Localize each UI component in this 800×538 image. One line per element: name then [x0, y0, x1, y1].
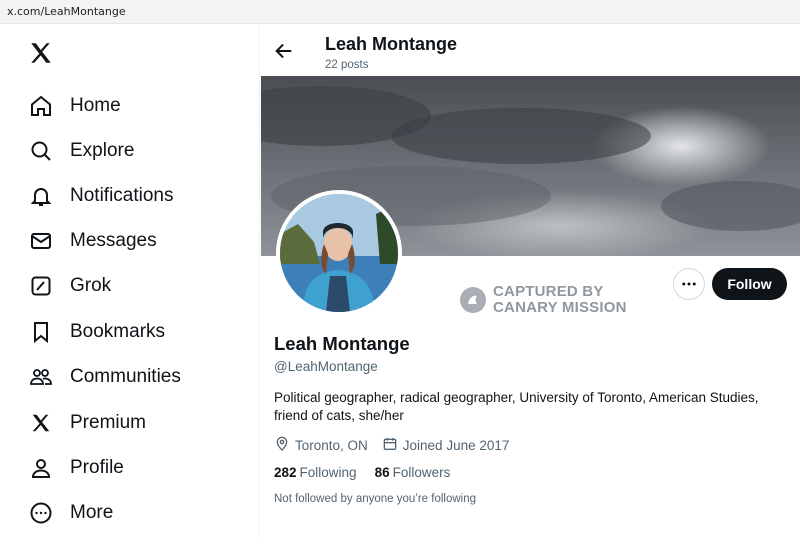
watermark-line-2: CANARY MISSION	[493, 299, 627, 316]
x-logo-icon	[28, 410, 54, 436]
sidebar-item-label: Notifications	[70, 185, 174, 206]
post-count: 22 posts	[325, 59, 369, 71]
sidebar-item-explore[interactable]: Explore	[28, 136, 134, 166]
calendar-icon	[382, 436, 398, 455]
sidebar-item-profile[interactable]: Profile	[28, 453, 124, 483]
sidebar-item-label: More	[70, 502, 114, 523]
sidebar-item-notifications[interactable]: Notifications	[28, 181, 174, 211]
profile-column: Leah Montange 22 posts CAPTURED BY CANAR…	[261, 24, 800, 538]
sidebar-item-label: Messages	[70, 230, 157, 251]
sidebar-item-label: Communities	[70, 366, 181, 387]
join-date-text: Joined June 2017	[402, 438, 510, 453]
grok-icon	[28, 273, 54, 299]
location-pin-icon	[274, 436, 290, 455]
sidebar-item-grok[interactable]: Grok	[28, 271, 111, 301]
sidebar-item-more[interactable]: More	[28, 498, 113, 528]
profile-header-bar: Leah Montange 22 posts	[261, 24, 800, 76]
bookmark-icon	[28, 319, 54, 345]
canary-bird-icon	[460, 287, 486, 313]
ellipsis-icon	[682, 282, 696, 286]
following-link[interactable]: 282 Following	[274, 465, 357, 480]
people-icon	[28, 364, 54, 390]
envelope-icon	[28, 228, 54, 254]
sidebar-item-communities[interactable]: Communities	[28, 362, 181, 392]
x-logo-icon[interactable]	[28, 40, 56, 68]
location-text: Toronto, ON	[295, 438, 368, 453]
followers-link[interactable]: 86 Followers	[375, 465, 451, 480]
sidebar-item-messages[interactable]: Messages	[28, 226, 157, 256]
avatar[interactable]	[276, 190, 402, 316]
followers-count: 86	[374, 465, 390, 480]
sidebar-item-label: Bookmarks	[70, 321, 166, 342]
sidebar-item-bookmarks[interactable]: Bookmarks	[28, 317, 165, 347]
sidebar-nav: Home Explore Notifications Messages Grok…	[0, 24, 260, 538]
join-date: Joined June 2017	[382, 436, 510, 455]
more-options-button[interactable]	[673, 268, 705, 300]
following-label: Following	[299, 465, 357, 480]
sidebar-item-label: Home	[70, 95, 121, 116]
profile-meta: Toronto, ON Joined June 2017	[274, 436, 523, 455]
browser-address-bar[interactable]: x.com/LeahMontange	[0, 0, 800, 24]
following-count: 282	[274, 465, 297, 480]
follow-button[interactable]: Follow	[712, 268, 787, 300]
url-text: x.com/LeahMontange	[7, 5, 126, 18]
location: Toronto, ON	[274, 436, 368, 455]
page-title: Leah Montange	[325, 34, 458, 54]
sidebar-item-label: Explore	[70, 140, 135, 161]
canary-mission-watermark: CAPTURED BY CANARY MISSION	[459, 284, 627, 316]
more-circle-icon	[28, 500, 54, 526]
person-icon	[28, 455, 54, 481]
follow-stats: 282 Following 86 Followers	[274, 465, 468, 480]
home-icon	[28, 93, 54, 119]
sidebar-item-home[interactable]: Home	[28, 91, 121, 121]
profile-bio: Political geographer, radical geographer…	[274, 390, 759, 423]
sidebar-item-label: Premium	[70, 412, 147, 433]
sidebar-item-label: Grok	[70, 275, 112, 296]
watermark-line-1: CAPTURED BY	[493, 283, 604, 300]
profile-handle: @LeahMontange	[274, 359, 378, 374]
followers-label: Followers	[392, 465, 451, 480]
bell-icon	[28, 183, 54, 209]
sidebar-item-label: Profile	[70, 457, 124, 478]
sidebar-item-premium[interactable]: Premium	[28, 408, 146, 438]
search-icon	[28, 138, 54, 164]
mutual-followers-note: Not followed by anyone you’re following	[274, 493, 477, 505]
profile-name: Leah Montange	[274, 333, 410, 354]
back-arrow-icon[interactable]	[273, 40, 295, 62]
